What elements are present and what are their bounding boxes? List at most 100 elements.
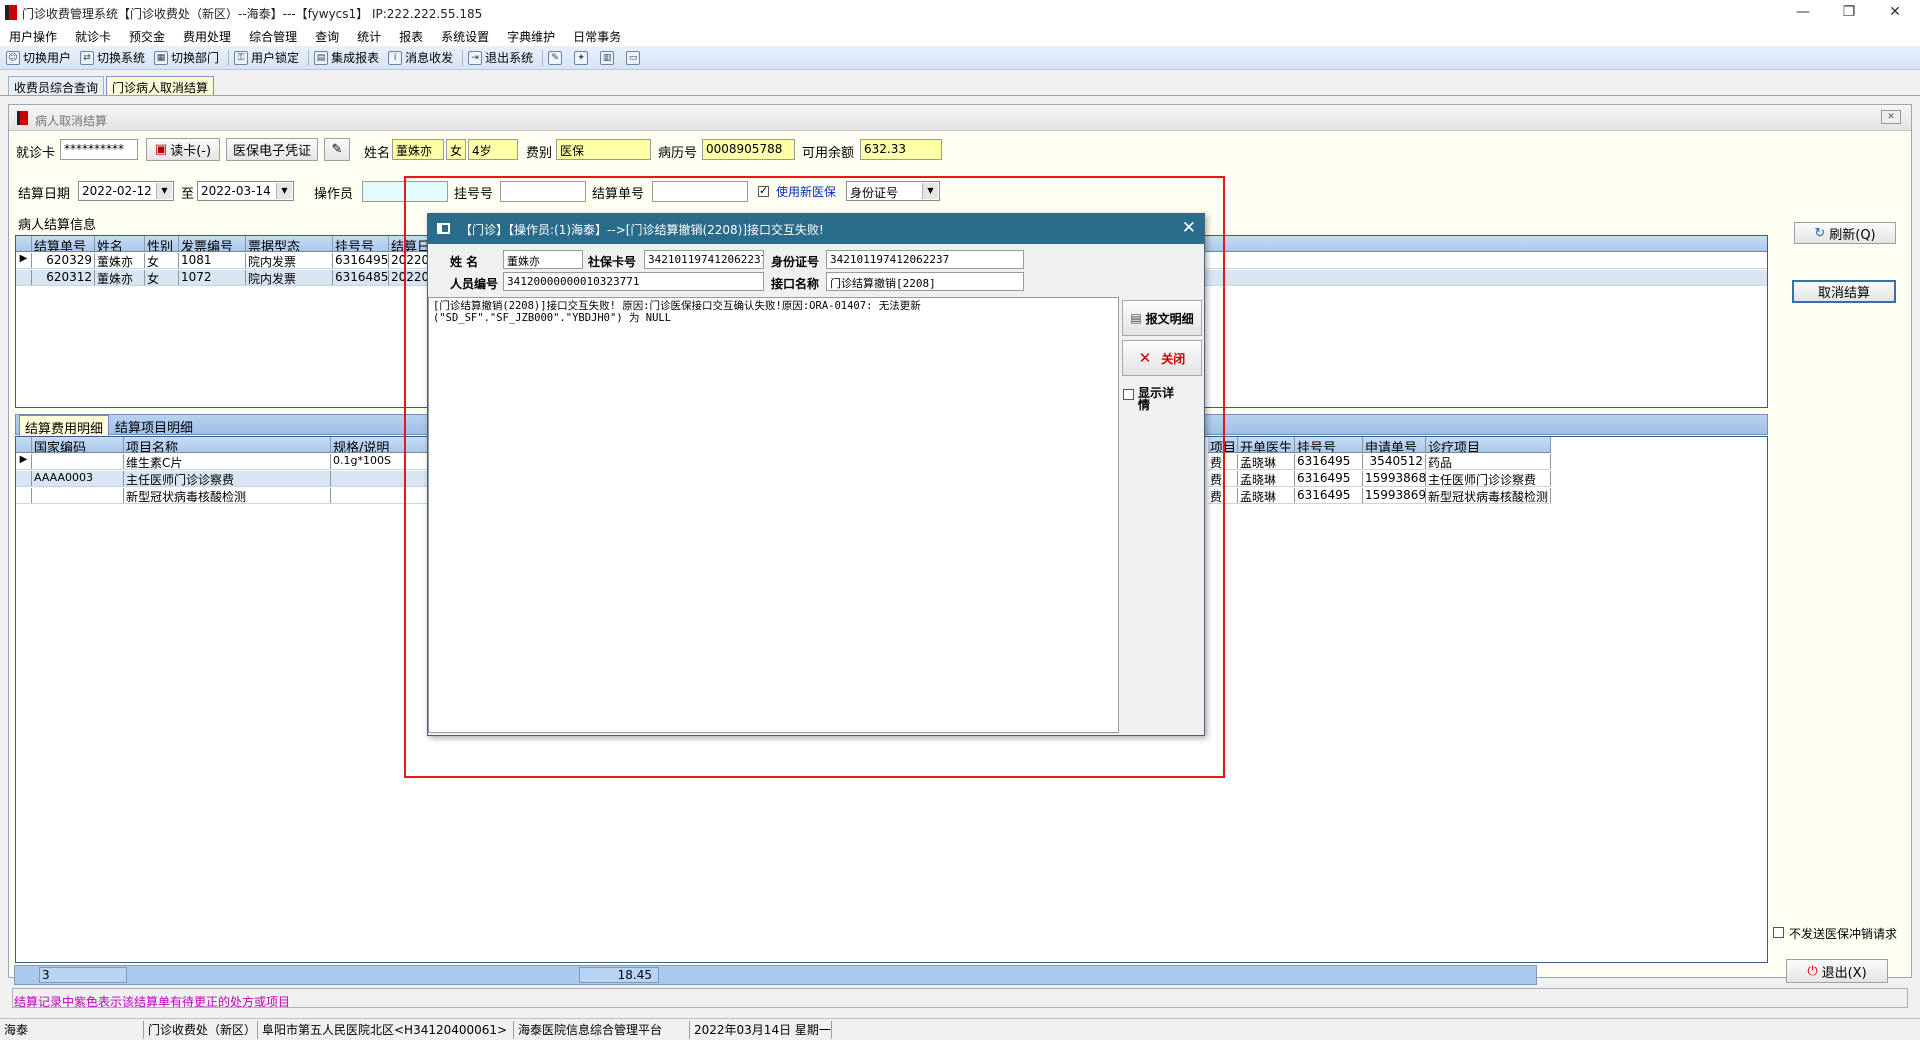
maximize-button[interactable]: ❐ (1826, 0, 1872, 26)
dialog-close-icon[interactable]: ✕ (1182, 218, 1196, 238)
window-title: 门诊收费管理系统【门诊收费处（新区）--海泰】---【fywycs1】 IP:2… (22, 6, 483, 21)
settle-date-label: 结算日期 (18, 187, 71, 202)
integrated-report-button[interactable]: ▤ 集成报表 (314, 49, 379, 66)
medal-icon: ✦ (574, 50, 589, 65)
table-row[interactable]: ▶ 维生素C片 0.1g*100S (16, 454, 428, 470)
cell: 主任医师门诊诊察费 (124, 471, 331, 486)
cell: 1072 (179, 270, 246, 285)
menu-stats[interactable]: 统计 (348, 28, 390, 45)
total-amount: 18.45 (579, 967, 659, 983)
show-detail-label: 显示详情 (1138, 386, 1175, 412)
power-icon: ⏻ (1807, 963, 1818, 979)
dialog-close-label: 关闭 (1161, 351, 1186, 366)
menu-dict[interactable]: 字典维护 (498, 28, 564, 45)
switch-user-button[interactable]: ☺ 切换用户 (6, 49, 71, 66)
panel-icon (17, 111, 28, 125)
age-field: 4岁 (468, 139, 518, 160)
cell: 孟晓琳 (1238, 471, 1295, 486)
switch-system-button[interactable]: ⇄ 切换系统 (80, 49, 145, 66)
dialog-close-button[interactable]: ✕ 关闭 (1122, 340, 1202, 376)
record-count: 3 (39, 967, 127, 983)
close-window-button[interactable]: ✕ (1872, 0, 1918, 26)
row-indicator (16, 270, 32, 285)
refresh-button[interactable]: ↻ 刷新(Q) (1794, 222, 1896, 244)
date-from-picker[interactable]: 2022-02-12 ▼ (78, 181, 174, 201)
dialog-person-label: 人员编号 (450, 277, 499, 291)
name-field: 董姝亦 (392, 139, 444, 160)
exit-icon: ⇥ (468, 50, 483, 65)
lock-user-button[interactable]: ⚿ 用户锁定 (234, 49, 299, 66)
window-icon: ▭ (626, 50, 641, 65)
status-platform: 海泰医院信息综合管理平台 (514, 1020, 690, 1039)
integrated-report-label: 集成报表 (331, 51, 380, 65)
name-label: 姓名 (364, 146, 391, 161)
layout-tool-button[interactable]: ▥ (600, 50, 617, 65)
panel-header: 病人取消结算 ✕ (9, 105, 1911, 131)
menu-settings[interactable]: 系统设置 (432, 28, 498, 45)
cell: 6316495 (1295, 454, 1363, 469)
menu-manage[interactable]: 综合管理 (240, 28, 306, 45)
messages-label: 消息收发 (405, 51, 454, 65)
menu-deposit[interactable]: 预交金 (120, 28, 174, 45)
table-row-right[interactable]: 费 孟晓琳 6316495 3540512 药品 (1208, 454, 1551, 470)
minimize-button[interactable]: — (1780, 0, 1826, 26)
date-from-value: 2022-02-12 (82, 184, 152, 198)
tab-cancel-settlement[interactable]: 门诊病人取消结算 (106, 76, 215, 95)
packet-detail-button[interactable]: ▤ 报文明细 (1122, 300, 1202, 336)
menu-user[interactable]: 用户操作 (0, 28, 66, 45)
exit-button[interactable]: ⏻ 退出(X) (1786, 959, 1888, 983)
col-reg-no: 挂号号 (1295, 437, 1363, 452)
sex-field: 女 (446, 139, 466, 160)
read-card-button[interactable]: ▣ 读卡(-) (146, 138, 220, 161)
brush-icon[interactable]: ✎ (324, 138, 350, 161)
dept-icon: ▦ (154, 50, 169, 65)
menu-query[interactable]: 查询 (306, 28, 348, 45)
table-row-right[interactable]: 费 孟晓琳 6316495 15993868 主任医师门诊诊察费 (1208, 471, 1551, 487)
menu-daily[interactable]: 日常事务 (564, 28, 630, 45)
exit-system-button[interactable]: ⇥ 退出系统 (468, 49, 533, 66)
switch-dept-button[interactable]: ▦ 切换部门 (154, 49, 219, 66)
document-icon: ▤ (1130, 311, 1142, 325)
show-detail-checkbox[interactable] (1123, 389, 1134, 400)
date-to-picker[interactable]: 2022-03-14 ▼ (197, 181, 294, 201)
cell: 6316495 (1295, 488, 1363, 503)
menu-report[interactable]: 报表 (390, 28, 432, 45)
status-dept: 门诊收费处（新区） (144, 1020, 258, 1039)
cell: 15993869 (1365, 488, 1426, 503)
card-field[interactable]: ********** (60, 139, 138, 160)
toolbar-separator (462, 49, 464, 66)
insurance-voucher-button[interactable]: 医保电子凭证 (226, 138, 318, 161)
dialog-window-icon (437, 223, 450, 234)
error-message-text[interactable]: [门诊结算撤销(2208)]接口交互失败! 原因:门诊医保接口交互确认失败!原因… (428, 297, 1119, 733)
no-send-reversal-checkbox[interactable] (1773, 927, 1784, 938)
close-icon: ✕ (1138, 349, 1152, 367)
cell: 1081 (179, 253, 246, 268)
status-user: 海泰 (0, 1020, 144, 1039)
fee-type-field: 医保 (556, 139, 651, 160)
tab-item-detail[interactable]: 结算项目明细 (115, 417, 193, 436)
table-row[interactable]: 新型冠状病毒核酸检测 (16, 488, 428, 504)
messages-button[interactable]: i 消息收发 (388, 49, 453, 66)
cell: 主任医师门诊诊察费 (1426, 471, 1551, 486)
table-row-right[interactable]: 费 孟晓琳 6316495 15993869 新型冠状病毒核酸检测 (1208, 488, 1551, 504)
balance-label: 可用余额 (802, 146, 855, 161)
cancel-settlement-button[interactable]: 取消结算 (1792, 280, 1896, 303)
toolbar-separator (542, 49, 544, 66)
cell: 女 (145, 253, 179, 268)
menu-fee[interactable]: 费用处理 (174, 28, 240, 45)
col-settle-no: 结算单号 (32, 236, 95, 251)
cell: 维生素C片 (124, 454, 331, 469)
panel-close-icon[interactable]: ✕ (1881, 110, 1901, 124)
edit-tool-button[interactable]: ✎ (548, 50, 565, 65)
window-tool-button[interactable]: ▭ (626, 50, 643, 65)
dialog-idno-label: 身份证号 (771, 255, 820, 269)
tab-cashier-query[interactable]: 收费员综合查询 (8, 76, 105, 95)
toolbar-separator (228, 49, 230, 66)
table-row[interactable]: AAAA0003 主任医师门诊诊察费 (16, 471, 428, 487)
menu-card[interactable]: 就诊卡 (66, 28, 120, 45)
dialog-sscard-field: 342101197412062237 (644, 250, 764, 269)
medal-tool-button[interactable]: ✦ (574, 50, 591, 65)
row-indicator-header (16, 437, 32, 452)
record-no-field: 0008905788 (702, 139, 795, 160)
cell: 孟晓琳 (1238, 488, 1295, 503)
